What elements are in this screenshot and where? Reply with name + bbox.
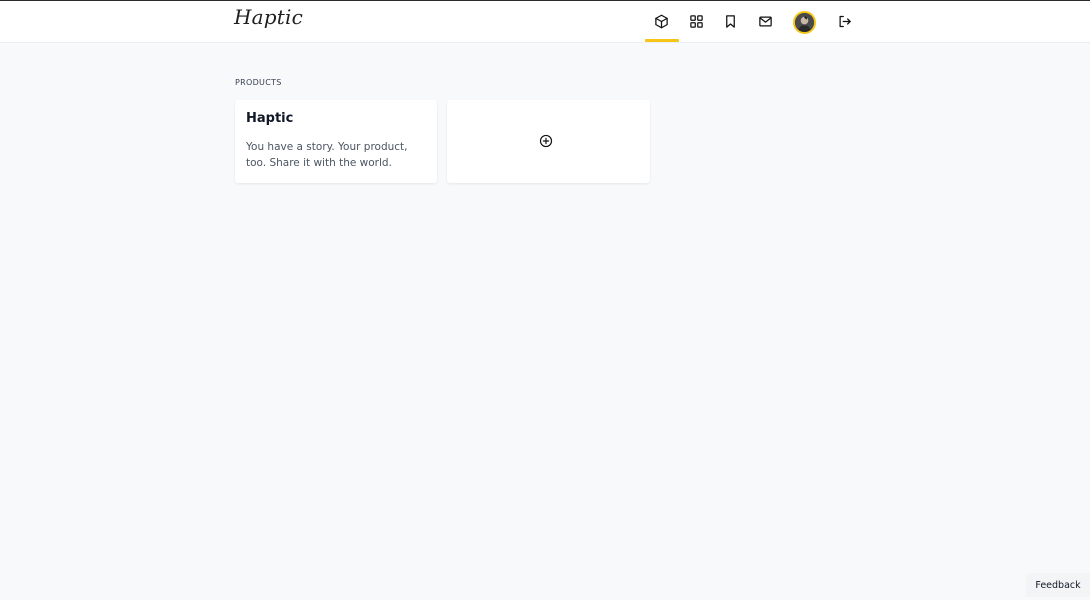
logout-icon [839,15,851,27]
nav-logout[interactable] [834,11,854,31]
add-product-card[interactable] [447,100,650,183]
brand-logo[interactable]: Haptic [234,5,303,29]
bookmark-icon [725,14,735,28]
nav-messages[interactable] [755,11,775,31]
cube-icon [654,14,668,28]
user-photo-icon [795,13,814,32]
nav-dashboard[interactable] [686,11,706,31]
feedback-button[interactable]: Feedback [1026,573,1090,597]
active-nav-indicator [645,39,679,42]
product-card-description: You have a story. Your product, too. Sha… [246,141,408,169]
grid-icon [689,14,703,28]
top-navigation-bar: Haptic [0,1,1090,43]
section-label-products: PRODUCTS [235,78,282,87]
nav-products[interactable] [651,11,671,31]
nav-bookmarks[interactable] [720,11,740,31]
user-avatar[interactable] [793,11,816,34]
product-card[interactable]: Haptic You have a story. Your product, t… [235,100,437,183]
product-card-title: Haptic [246,111,294,126]
mail-icon [758,16,772,26]
plus-circle-icon [539,134,553,148]
